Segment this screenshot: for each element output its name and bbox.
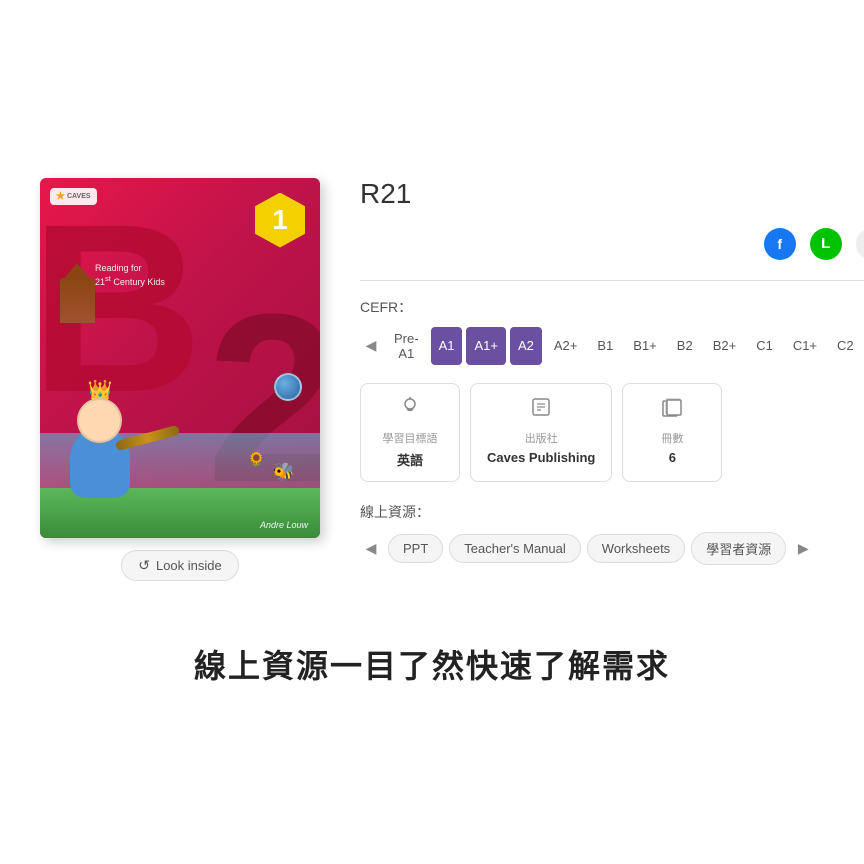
- cefr-tag-b1plus[interactable]: B1+: [625, 327, 665, 365]
- cefr-tag-b1[interactable]: B1: [589, 327, 621, 365]
- book-cover-container: ★ CAVES B 2 1 Reading for21st Century Ki…: [40, 178, 320, 581]
- flower-decoration: 🌻: [248, 451, 265, 468]
- volumes-icon: [661, 396, 683, 424]
- resource-worksheets-button[interactable]: Worksheets: [587, 534, 685, 563]
- cefr-tag-a2[interactable]: A2: [510, 327, 542, 365]
- char-head: [77, 398, 122, 443]
- subject-card-label: 學習目標語: [383, 430, 438, 446]
- cefr-tags: Pre-A1 A1 A1+ A2 A2+ B1 B1+ B2 B2+ C1 C1…: [386, 327, 862, 365]
- cefr-tag-c2[interactable]: C2: [829, 327, 862, 365]
- book-cover: ★ CAVES B 2 1 Reading for21st Century Ki…: [40, 178, 320, 538]
- book-cover-inner: ★ CAVES B 2 1 Reading for21st Century Ki…: [40, 178, 320, 538]
- facebook-icon: f: [777, 236, 782, 252]
- resources-section: 線上資源： ◀ PPT Teacher's Manual Worksheets …: [360, 502, 864, 565]
- caves-logo-text: CAVES: [67, 193, 91, 200]
- volumes-card: 冊數 6: [622, 383, 722, 482]
- look-inside-label: Look inside: [156, 558, 222, 573]
- publisher-card: 出版社 Caves Publishing: [470, 383, 612, 482]
- page-wrapper: ★ CAVES B 2 1 Reading for21st Century Ki…: [0, 0, 864, 864]
- cefr-tag-b2plus[interactable]: B2+: [705, 327, 745, 365]
- volumes-card-label: 冊數: [661, 430, 683, 446]
- cefr-tag-a1plus[interactable]: A1+: [466, 327, 506, 365]
- author-name: Andre Louw: [260, 520, 308, 530]
- cefr-nav: ◀ Pre-A1 A1 A1+ A2 A2+ B1 B1+ B2 B2+ C1 …: [360, 327, 864, 365]
- caves-logo: ★ CAVES: [50, 188, 97, 205]
- look-inside-button[interactable]: ↺ Look inside: [121, 550, 239, 581]
- publisher-card-label: 出版社: [525, 430, 558, 446]
- look-inside-icon: ↺: [138, 557, 150, 574]
- info-panel: R21 f L 🔗 CEFR： ◀: [360, 178, 864, 573]
- publisher-icon: [530, 396, 552, 424]
- char-body: 👑: [70, 428, 130, 498]
- tagline-section: 線上資源一目了然快速了解需求: [194, 641, 670, 687]
- resources-nav: ◀ PPT Teacher's Manual Worksheets 學習者資源 …: [360, 532, 864, 565]
- resources-next-button[interactable]: ▶: [792, 537, 814, 559]
- subject-card: 學習目標語 英語: [360, 383, 460, 482]
- cefr-tag-a1[interactable]: A1: [431, 327, 463, 365]
- cefr-label: CEFR：: [360, 297, 864, 317]
- volumes-card-value: 6: [669, 450, 676, 465]
- cefr-section: CEFR： ◀ Pre-A1 A1 A1+ A2 A2+ B1 B1+ B2 B…: [360, 297, 864, 365]
- info-cards-row: 學習目標語 英語 出版社 Caves Publishing: [360, 383, 864, 482]
- resources-label: 線上資源：: [360, 502, 864, 522]
- line-button[interactable]: L: [810, 228, 842, 260]
- divider-1: [360, 280, 864, 281]
- resources-prev-button[interactable]: ◀: [360, 537, 382, 559]
- cefr-prev-button[interactable]: ◀: [360, 335, 382, 357]
- publisher-card-value: Caves Publishing: [487, 450, 595, 465]
- cefr-tag-a2plus[interactable]: A2+: [546, 327, 586, 365]
- social-row: f L 🔗: [360, 228, 864, 260]
- subject-icon: [399, 396, 421, 424]
- book-title: R21: [360, 178, 864, 210]
- resource-teachers-manual-button[interactable]: Teacher's Manual: [449, 534, 580, 563]
- resource-learner-resources-button[interactable]: 學習者資源: [691, 532, 786, 565]
- cefr-tag-c1[interactable]: C1: [748, 327, 781, 365]
- globe-decoration: [274, 373, 302, 401]
- castle-decoration: [60, 278, 95, 323]
- facebook-button[interactable]: f: [764, 228, 796, 260]
- subject-card-value: 英語: [397, 450, 423, 469]
- resource-ppt-button[interactable]: PPT: [388, 534, 443, 563]
- copy-link-button[interactable]: 🔗: [856, 228, 864, 260]
- cefr-tag-c1plus[interactable]: C1+: [785, 327, 825, 365]
- line-icon: L: [821, 235, 830, 252]
- tagline-text: 線上資源一目了然快速了解需求: [194, 641, 670, 687]
- cefr-tag-pre-a1[interactable]: Pre-A1: [386, 327, 427, 365]
- bee-decoration: 🐝: [273, 462, 295, 483]
- cefr-tag-b2[interactable]: B2: [669, 327, 701, 365]
- content-area: ★ CAVES B 2 1 Reading for21st Century Ki…: [40, 178, 824, 581]
- character-illustration: 👑: [70, 428, 130, 498]
- book-subtitle: Reading for21st Century Kids: [95, 263, 165, 289]
- caves-star-icon: ★: [56, 191, 65, 202]
- volume-badge: 1: [255, 193, 305, 248]
